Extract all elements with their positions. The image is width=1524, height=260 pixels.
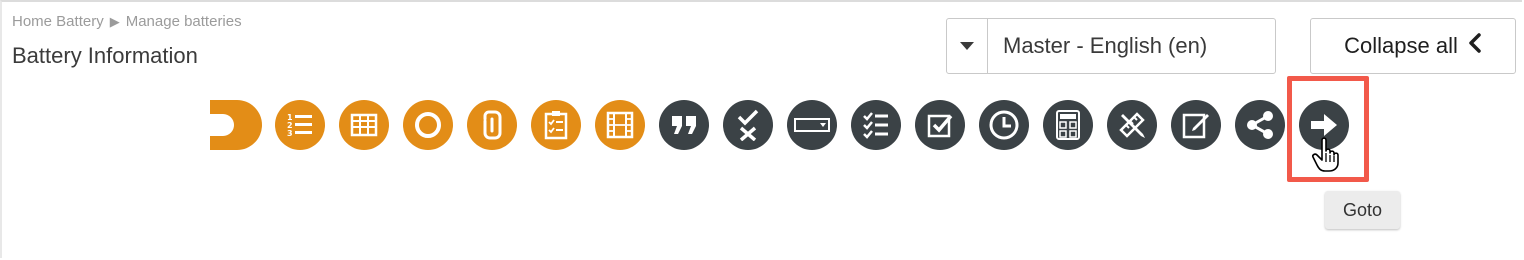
- caret-down-icon[interactable]: [947, 19, 988, 73]
- grid-table-icon[interactable]: [339, 100, 389, 150]
- collapse-all-button[interactable]: Collapse all: [1310, 18, 1516, 74]
- hand-cursor-icon: [1311, 137, 1345, 178]
- chevron-left-icon: [1468, 33, 1482, 59]
- language-select[interactable]: Master - English (en): [946, 18, 1276, 74]
- check-cross-icon[interactable]: [723, 100, 773, 150]
- breadcrumb-item-manage-batteries[interactable]: Manage batteries: [126, 13, 242, 30]
- page-title: Battery Information: [12, 43, 198, 68]
- breadcrumb-item-home-battery[interactable]: Home Battery: [12, 13, 104, 30]
- calculator-icon[interactable]: [1043, 100, 1093, 150]
- partial-circle-icon[interactable]: [210, 100, 262, 150]
- collapse-all-label: Collapse all: [1344, 33, 1458, 58]
- breadcrumb-separator: ▶: [109, 13, 120, 29]
- numbered-list-icon[interactable]: 1 2 3: [275, 100, 325, 150]
- quote-icon[interactable]: [659, 100, 709, 150]
- edit-note-icon[interactable]: [1171, 100, 1221, 150]
- breadcrumb: Home Battery ▶ Manage batteries: [12, 13, 242, 30]
- goto-tooltip: Goto: [1325, 191, 1400, 229]
- language-select-value[interactable]: Master - English (en): [988, 19, 1275, 73]
- clipboard-checklist-icon[interactable]: [531, 100, 581, 150]
- circle-icon[interactable]: [403, 100, 453, 150]
- film-strip-icon[interactable]: [595, 100, 645, 150]
- svg-text:3: 3: [287, 129, 293, 138]
- clock-icon[interactable]: [979, 100, 1029, 150]
- checklist-icon[interactable]: [851, 100, 901, 150]
- ruler-pencil-icon[interactable]: [1107, 100, 1157, 150]
- share-icon[interactable]: [1235, 100, 1285, 150]
- dropdown-field-icon[interactable]: [787, 100, 837, 150]
- attachment-loop-icon[interactable]: [467, 100, 517, 150]
- checkbox-icon[interactable]: [915, 100, 965, 150]
